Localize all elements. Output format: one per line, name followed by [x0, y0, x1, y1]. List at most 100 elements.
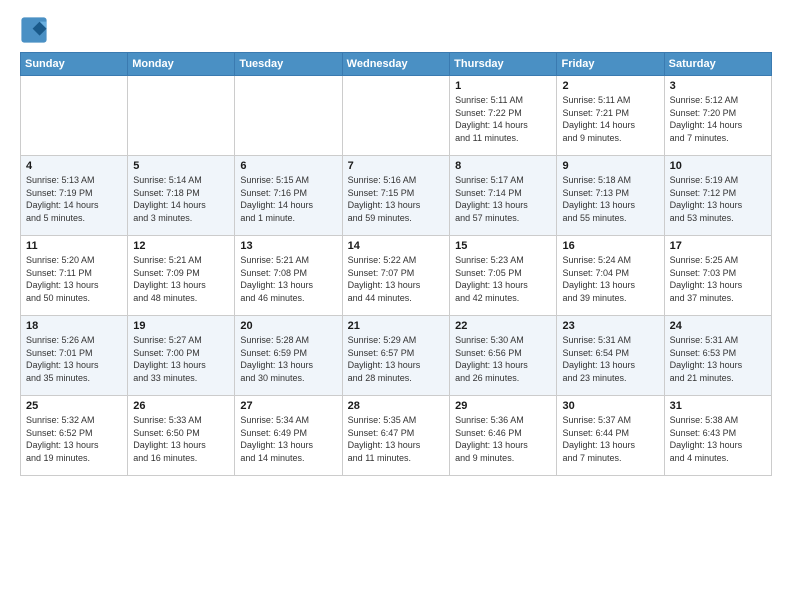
- day-number: 22: [455, 320, 551, 332]
- day-number: 20: [240, 320, 336, 332]
- day-number: 7: [348, 160, 444, 172]
- calendar-cell: 19 Sunrise: 5:27 AMSunset: 7:00 PMDayligh…: [128, 316, 235, 396]
- day-number: 11: [26, 240, 122, 252]
- calendar-header-thursday: Thursday: [450, 53, 557, 76]
- calendar-cell: 28Sunrise: 5:35 AMSunset: 6:47 PMDayligh…: [342, 396, 449, 476]
- day-info: Sunrise: 5:34 AMSunset: 6:49 PMDaylight:…: [240, 414, 336, 464]
- logo-icon: [20, 16, 48, 44]
- calendar-week-1: 1 Sunrise: 5:11 AMSunset: 7:22 PMDaylight…: [21, 76, 772, 156]
- day-info: Sunrise: 5:15 AMSunset: 7:16 PMDaylight:…: [240, 174, 336, 224]
- calendar-cell: 7 Sunrise: 5:16 AMSunset: 7:15 PMDaylight…: [342, 156, 449, 236]
- day-number: 26: [133, 400, 229, 412]
- day-info: Sunrise: 5:16 AMSunset: 7:15 PMDaylight:…: [348, 174, 444, 224]
- calendar-cell: 13 Sunrise: 5:21 AMSunset: 7:08 PMDayligh…: [235, 236, 342, 316]
- day-info: Sunrise: 5:21 AMSunset: 7:09 PMDaylight:…: [133, 254, 229, 304]
- calendar-cell: [342, 76, 449, 156]
- calendar-cell: 3Sunrise: 5:12 AMSunset: 7:20 PMDaylight…: [664, 76, 771, 156]
- calendar-cell: 10Sunrise: 5:19 AMSunset: 7:12 PMDayligh…: [664, 156, 771, 236]
- day-info: Sunrise: 5:27 AMSunset: 7:00 PMDaylight:…: [133, 334, 229, 384]
- day-info: Sunrise: 5:31 AMSunset: 6:54 PMDaylight:…: [562, 334, 658, 384]
- day-info: Sunrise: 5:17 AMSunset: 7:14 PMDaylight:…: [455, 174, 551, 224]
- day-number: 13: [240, 240, 336, 252]
- day-number: 5: [133, 160, 229, 172]
- calendar-cell: 20 Sunrise: 5:28 AMSunset: 6:59 PMDayligh…: [235, 316, 342, 396]
- calendar-cell: 2Sunrise: 5:11 AMSunset: 7:21 PMDaylight…: [557, 76, 664, 156]
- day-info: Sunrise: 5:36 AMSunset: 6:46 PMDaylight:…: [455, 414, 551, 464]
- calendar-cell: 17 Sunrise: 5:25 AMSunset: 7:03 PMDayligh…: [664, 236, 771, 316]
- day-info: Sunrise: 5:21 AMSunset: 7:08 PMDaylight:…: [240, 254, 336, 304]
- day-number: 31: [670, 400, 766, 412]
- day-info: Sunrise: 5:11 AMSunset: 7:22 PMDaylight:…: [455, 94, 551, 144]
- day-info: Sunrise: 5:13 AMSunset: 7:19 PMDaylight:…: [26, 174, 122, 224]
- day-number: 9: [562, 160, 658, 172]
- day-number: 21: [348, 320, 444, 332]
- day-number: 6: [240, 160, 336, 172]
- calendar-cell: 27 Sunrise: 5:34 AMSunset: 6:49 PMDayligh…: [235, 396, 342, 476]
- day-info: Sunrise: 5:38 AMSunset: 6:43 PMDaylight:…: [670, 414, 766, 464]
- day-number: 15: [455, 240, 551, 252]
- day-number: 23: [562, 320, 658, 332]
- calendar-week-3: 11 Sunrise: 5:20 AMSunset: 7:11 PMDayligh…: [21, 236, 772, 316]
- day-number: 4: [26, 160, 122, 172]
- calendar-week-5: 25 Sunrise: 5:32 AMSunset: 6:52 PMDayligh…: [21, 396, 772, 476]
- day-number: 17: [670, 240, 766, 252]
- calendar-cell: 16Sunrise: 5:24 AMSunset: 7:04 PMDayligh…: [557, 236, 664, 316]
- calendar-cell: 5 Sunrise: 5:14 AMSunset: 7:18 PMDaylight…: [128, 156, 235, 236]
- day-number: 30: [562, 400, 658, 412]
- day-info: Sunrise: 5:28 AMSunset: 6:59 PMDaylight:…: [240, 334, 336, 384]
- day-info: Sunrise: 5:32 AMSunset: 6:52 PMDaylight:…: [26, 414, 122, 464]
- logo: [20, 16, 52, 44]
- day-info: Sunrise: 5:31 AMSunset: 6:53 PMDaylight:…: [670, 334, 766, 384]
- calendar-cell: 1 Sunrise: 5:11 AMSunset: 7:22 PMDaylight…: [450, 76, 557, 156]
- calendar-week-4: 18Sunrise: 5:26 AMSunset: 7:01 PMDayligh…: [21, 316, 772, 396]
- calendar-cell: 14Sunrise: 5:22 AMSunset: 7:07 PMDayligh…: [342, 236, 449, 316]
- day-number: 12: [133, 240, 229, 252]
- calendar-cell: 26Sunrise: 5:33 AMSunset: 6:50 PMDayligh…: [128, 396, 235, 476]
- calendar-cell: 6 Sunrise: 5:15 AMSunset: 7:16 PMDaylight…: [235, 156, 342, 236]
- calendar-cell: 30 Sunrise: 5:37 AMSunset: 6:44 PMDayligh…: [557, 396, 664, 476]
- calendar-cell: 21 Sunrise: 5:29 AMSunset: 6:57 PMDayligh…: [342, 316, 449, 396]
- calendar-cell: 29 Sunrise: 5:36 AMSunset: 6:46 PMDayligh…: [450, 396, 557, 476]
- calendar-cell: 4 Sunrise: 5:13 AMSunset: 7:19 PMDaylight…: [21, 156, 128, 236]
- calendar-week-2: 4 Sunrise: 5:13 AMSunset: 7:19 PMDaylight…: [21, 156, 772, 236]
- calendar-cell: 25 Sunrise: 5:32 AMSunset: 6:52 PMDayligh…: [21, 396, 128, 476]
- page-container: SundayMondayTuesdayWednesdayThursdayFrid…: [0, 0, 792, 486]
- day-number: 29: [455, 400, 551, 412]
- day-info: Sunrise: 5:14 AMSunset: 7:18 PMDaylight:…: [133, 174, 229, 224]
- day-info: Sunrise: 5:29 AMSunset: 6:57 PMDaylight:…: [348, 334, 444, 384]
- day-info: Sunrise: 5:11 AMSunset: 7:21 PMDaylight:…: [562, 94, 658, 144]
- calendar-cell: 31 Sunrise: 5:38 AMSunset: 6:43 PMDayligh…: [664, 396, 771, 476]
- calendar-cell: 9 Sunrise: 5:18 AMSunset: 7:13 PMDaylight…: [557, 156, 664, 236]
- calendar-header-friday: Friday: [557, 53, 664, 76]
- day-number: 8: [455, 160, 551, 172]
- day-number: 27: [240, 400, 336, 412]
- calendar-cell: [21, 76, 128, 156]
- day-number: 25: [26, 400, 122, 412]
- day-number: 10: [670, 160, 766, 172]
- calendar-cell: 22Sunrise: 5:30 AMSunset: 6:56 PMDayligh…: [450, 316, 557, 396]
- calendar-cell: [128, 76, 235, 156]
- calendar-table: SundayMondayTuesdayWednesdayThursdayFrid…: [20, 52, 772, 476]
- day-number: 19: [133, 320, 229, 332]
- calendar-cell: 23 Sunrise: 5:31 AMSunset: 6:54 PMDayligh…: [557, 316, 664, 396]
- calendar-cell: 11 Sunrise: 5:20 AMSunset: 7:11 PMDayligh…: [21, 236, 128, 316]
- day-number: 3: [670, 80, 766, 92]
- day-number: 14: [348, 240, 444, 252]
- calendar-cell: 24 Sunrise: 5:31 AMSunset: 6:53 PMDayligh…: [664, 316, 771, 396]
- day-info: Sunrise: 5:18 AMSunset: 7:13 PMDaylight:…: [562, 174, 658, 224]
- day-info: Sunrise: 5:24 AMSunset: 7:04 PMDaylight:…: [562, 254, 658, 304]
- day-info: Sunrise: 5:37 AMSunset: 6:44 PMDaylight:…: [562, 414, 658, 464]
- calendar-header-row: SundayMondayTuesdayWednesdayThursdayFrid…: [21, 53, 772, 76]
- day-info: Sunrise: 5:25 AMSunset: 7:03 PMDaylight:…: [670, 254, 766, 304]
- day-info: Sunrise: 5:20 AMSunset: 7:11 PMDaylight:…: [26, 254, 122, 304]
- day-info: Sunrise: 5:23 AMSunset: 7:05 PMDaylight:…: [455, 254, 551, 304]
- day-number: 28: [348, 400, 444, 412]
- calendar-header-wednesday: Wednesday: [342, 53, 449, 76]
- calendar-header-saturday: Saturday: [664, 53, 771, 76]
- calendar-cell: 15 Sunrise: 5:23 AMSunset: 7:05 PMDayligh…: [450, 236, 557, 316]
- day-number: 18: [26, 320, 122, 332]
- calendar-cell: 8 Sunrise: 5:17 AMSunset: 7:14 PMDaylight…: [450, 156, 557, 236]
- day-number: 1: [455, 80, 551, 92]
- calendar-header-monday: Monday: [128, 53, 235, 76]
- day-number: 24: [670, 320, 766, 332]
